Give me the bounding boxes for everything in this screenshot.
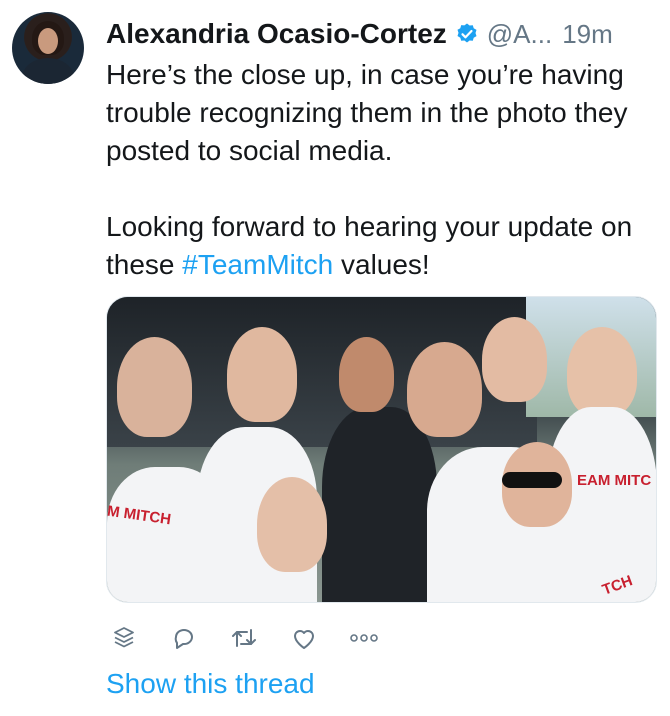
retweet-icon (232, 629, 256, 647)
like-button[interactable] (286, 622, 322, 654)
tweet-photo[interactable]: EAM MITC M MITCH TCH (106, 296, 657, 603)
photo-person (227, 327, 297, 422)
more-icon (350, 634, 378, 642)
hashtag-link[interactable]: #TeamMitch (182, 249, 333, 280)
paragraph-1-text: Here’s the close up, in case you’re havi… (106, 59, 628, 166)
tweet-paragraph-2: Looking forward to hearing your update o… (106, 208, 661, 284)
tweet-actions (106, 622, 406, 654)
photo-person (257, 477, 327, 572)
photo-cutout-face (339, 337, 394, 412)
view-activity-button[interactable] (106, 622, 142, 654)
avatar-face (38, 28, 58, 54)
reply-button[interactable] (166, 622, 202, 654)
more-button[interactable] (346, 622, 382, 654)
layers-icon (114, 627, 134, 648)
photo-sunglasses (502, 472, 562, 488)
paragraph-2-text-end: values! (333, 249, 430, 280)
author-handle[interactable]: @A... (487, 19, 552, 50)
photo-person (567, 327, 637, 417)
heart-icon (294, 630, 314, 649)
photo-cutout-body (322, 407, 437, 602)
photo-person (407, 342, 482, 437)
tweet-paragraph-1: Here’s the close up, in case you’re havi… (106, 56, 661, 170)
show-thread-link[interactable]: Show this thread (106, 668, 315, 700)
tweet-text: Here’s the close up, in case you’re havi… (106, 56, 661, 284)
retweet-button[interactable] (226, 622, 262, 654)
tweet-timestamp[interactable]: 19m (562, 19, 613, 50)
photo-person (482, 317, 547, 402)
author-avatar[interactable] (12, 12, 84, 84)
verified-badge-icon (455, 22, 479, 46)
author-name[interactable]: Alexandria Ocasio-Cortez (106, 18, 447, 50)
reply-icon (174, 629, 193, 649)
photo-person (117, 337, 192, 437)
avatar-shoulders (22, 58, 74, 84)
tweet-header: Alexandria Ocasio-Cortez @A... 19m (106, 14, 666, 54)
photo-shirt-text: EAM MITC (577, 472, 652, 489)
